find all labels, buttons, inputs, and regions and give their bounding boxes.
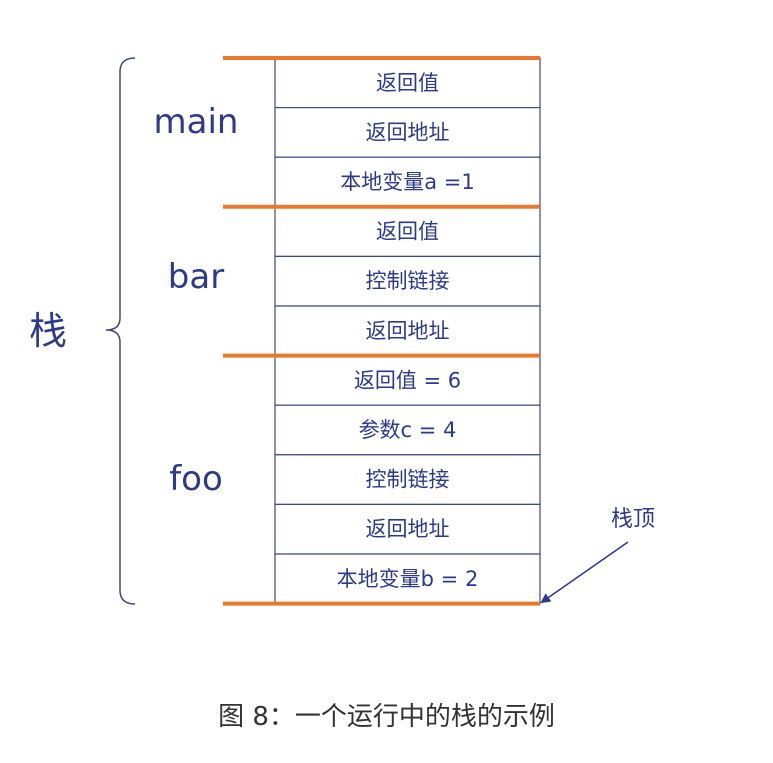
stack-brace [105, 57, 136, 605]
stack-cell-text: 参数c = 4 [359, 418, 457, 442]
stack-cell-text: 返回值 [376, 71, 439, 95]
frame-label-foo: foo [169, 459, 223, 499]
stack-cell-text: 返回地址 [366, 319, 450, 343]
stack-cell-text: 返回值 = 6 [354, 368, 461, 392]
stack-cell-text: 本地变量b = 2 [337, 567, 479, 591]
stack-cell-text: 返回地址 [366, 120, 450, 144]
stack-cell-text: 控制链接 [366, 269, 450, 293]
stack-cell-text: 返回地址 [366, 517, 450, 541]
stack-diagram: 栈 返回值返回地址本地变量a =1返回值控制链接返回地址返回值 = 6参数c =… [29, 56, 655, 606]
stack-label: 栈 [29, 309, 67, 353]
frame-label-bar: bar [168, 257, 224, 297]
stack-top-arrow [540, 541, 629, 604]
stack-cell-text: 返回值 [376, 220, 439, 244]
stack-cell-text: 本地变量a =1 [340, 170, 475, 194]
stack-top-label: 栈顶 [611, 507, 655, 532]
figure-caption: 图 8：一个运行中的栈的示例 [218, 702, 555, 732]
stack-cell-text: 控制链接 [366, 468, 450, 492]
frame-label-main: main [154, 102, 239, 142]
stack-cells: 返回值返回地址本地变量a =1返回值控制链接返回地址返回值 = 6参数c = 4… [223, 56, 541, 606]
